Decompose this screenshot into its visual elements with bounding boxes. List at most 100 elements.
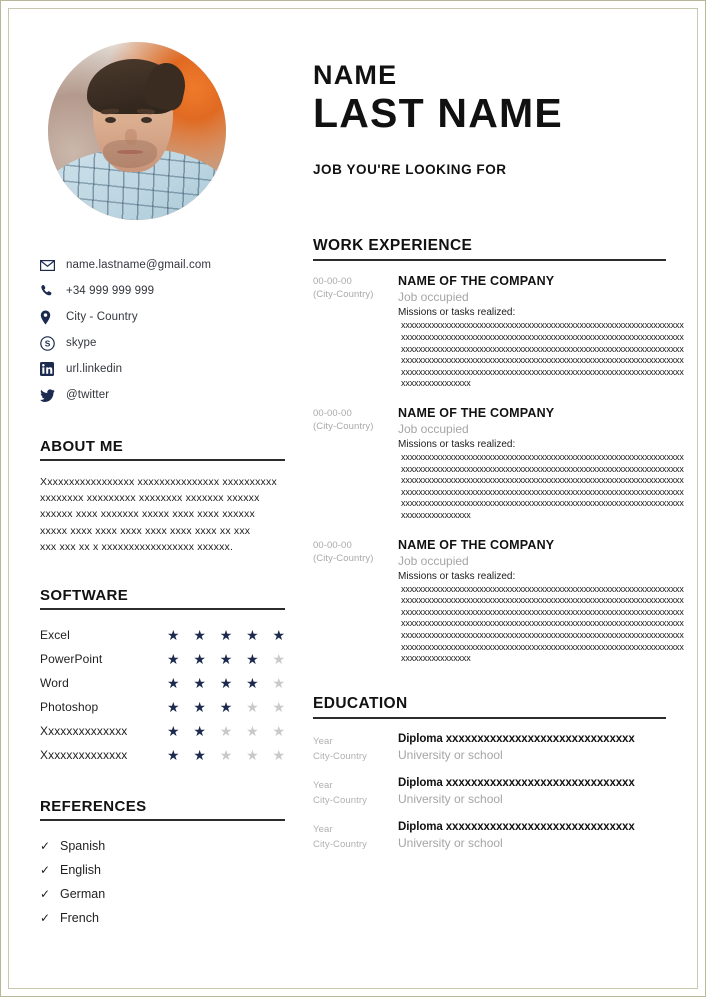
photo-mouth (116, 149, 144, 154)
education-entry-location: City-Country (313, 794, 367, 806)
first-name: NAME (313, 60, 398, 90)
software-row: Xxxxxxxxxxxxxx ★ ★ ★ ★ ★ (40, 719, 285, 743)
software-name: Photoshop (40, 700, 99, 715)
list-item: ✓ Spanish (40, 834, 285, 858)
work-entry-location: (City-Country) (313, 552, 374, 564)
education-entry-body: Diploma xxxxxxxxxxxxxxxxxxxxxxxxxxxxxx Un… (398, 732, 666, 764)
right-column: NAME LAST NAME JOB YOU'RE LOOKING FOR WO… (313, 35, 684, 864)
about-me-body: Xxxxxxxxxxxxxxxxx xxxxxxxxxxxxxxx xxxxxx… (40, 474, 285, 555)
star-filled-icon: ★ (167, 723, 180, 740)
star-filled-icon: ★ (272, 627, 285, 644)
about-line: Xxxxxxxxxxxxxxxxx xxxxxxxxxxxxxxx xxxxxx… (40, 476, 277, 488)
contact-value: skype (66, 337, 97, 349)
work-entry-missions-label: Missions or tasks realized: (398, 570, 516, 582)
contact-value: url.linkedin (66, 363, 123, 375)
software-list: Excel ★ ★ ★ ★ ★ PowerPoint ★ ★ ★ ★ ★ Word ★ ★ ★ ★ ★ Photos… (40, 623, 285, 767)
contact-item-phone[interactable]: +34 999 999 999 (40, 278, 285, 304)
work-experience-entry: 00-00-00 (City-Country) NAME OF THE COMPAN… (313, 406, 684, 522)
star-filled-icon: ★ (167, 747, 180, 764)
work-entry-company: NAME OF THE COMPANY (398, 406, 555, 420)
work-entry-detail-line: xxxxxxxxxxxxxxxxxxxxxxxxxxxxxxxxxxxxxxxx… (401, 343, 684, 354)
location-pin-icon (40, 310, 66, 325)
section-divider (40, 459, 285, 461)
contact-item-twitter[interactable]: @twitter (40, 382, 285, 408)
star-empty-icon: ★ (246, 699, 259, 716)
star-filled-icon: ★ (246, 627, 259, 644)
education-entry-meta: Year City-Country (313, 732, 398, 764)
contact-item-linkedin[interactable]: url.linkedin (40, 356, 285, 382)
resume-page: name.lastname@gmail.com +34 999 999 999 … (0, 0, 706, 997)
star-empty-icon: ★ (272, 723, 285, 740)
education-entry: Year City-Country Diploma xxxxxxxxxxxxxxxx… (313, 732, 666, 764)
education-entry-diploma: Diploma xxxxxxxxxxxxxxxxxxxxxxxxxxxxxx (398, 820, 635, 833)
work-entry-location: (City-Country) (313, 289, 374, 301)
work-entry-detail-line: xxxxxxxxxxxxxxxxxxxxxxxxxxxxxxxxxxxxxxxx… (401, 629, 684, 640)
work-entry-date: 00-00-00 (313, 408, 352, 419)
about-line: xxxxxxxx xxxxxxxxx xxxxxxxx xxxxxxx xxxx… (40, 492, 260, 505)
star-empty-icon: ★ (272, 699, 285, 716)
education-entry-meta: Year City-Country (313, 820, 398, 852)
star-empty-icon: ★ (246, 747, 259, 764)
software-row: Excel ★ ★ ★ ★ ★ (40, 623, 285, 647)
star-filled-icon: ★ (167, 627, 180, 644)
phone-icon (40, 284, 66, 298)
star-filled-icon: ★ (193, 627, 206, 644)
work-entry-role: Job occupied (398, 422, 469, 436)
twitter-icon (40, 388, 66, 402)
work-entry-meta: 00-00-00 (City-Country) (313, 538, 398, 665)
star-empty-icon: ★ (219, 723, 233, 740)
software-rating: ★ ★ ★ ★ ★ (167, 628, 285, 642)
star-filled-icon: ★ (167, 675, 180, 692)
software-rating: ★ ★ ★ ★ ★ (167, 676, 285, 690)
check-icon: ✓ (40, 911, 51, 926)
education-entry-meta: Year City-Country (313, 776, 398, 808)
work-entry-detail-line: xxxxxxxxxxxxxxxxxxxxxxxxxxxxxxxxxxxxxxxx… (401, 463, 684, 474)
star-filled-icon: ★ (193, 747, 206, 764)
list-item: ✓ German (40, 882, 285, 906)
work-entry-detail-line: xxxxxxxxxxxxxxxxxxxxxxxxxxxxxxxxxxxxxxxx… (401, 498, 684, 509)
work-entry-location: (City-Country) (313, 421, 374, 432)
education-entry-year: Year (313, 823, 333, 835)
education-entry-year: Year (313, 779, 333, 791)
work-entry-detail-line: xxxxxxxxxxxxxxxx (401, 653, 471, 664)
work-entry-body: NAME OF THE COMPANY Job occupied Missions … (398, 538, 684, 665)
star-filled-icon: ★ (193, 675, 206, 692)
software-rating: ★ ★ ★ ★ ★ (167, 748, 285, 762)
svg-text:S: S (45, 338, 51, 348)
software-name: PowerPoint (40, 652, 103, 667)
contact-item-skype[interactable]: S skype (40, 330, 285, 356)
photo-nose (124, 129, 137, 146)
contact-list: name.lastname@gmail.com +34 999 999 999 … (40, 252, 285, 408)
photo-eyebrow-right (136, 108, 155, 114)
education-entry-school: University or school (398, 835, 503, 850)
software-row: Xxxxxxxxxxxxxx ★ ★ ★ ★ ★ (40, 743, 285, 767)
photo-eye-left (104, 116, 116, 123)
contact-item-email[interactable]: name.lastname@gmail.com (40, 252, 285, 278)
work-entry-missions-label: Missions or tasks realized: (398, 307, 516, 319)
work-entry-detail-line: xxxxxxxxxxxxxxxxxxxxxxxxxxxxxxxxxxxxxxxx… (401, 355, 684, 366)
star-filled-icon: ★ (219, 699, 233, 716)
work-entry-detail-line: xxxxxxxxxxxxxxxxxxxxxxxxxxxxxxxxxxxxxxxx… (401, 366, 684, 377)
software-rating: ★ ★ ★ ★ ★ (167, 652, 285, 666)
check-icon: ✓ (40, 887, 51, 902)
work-entry-date: 00-00-00 (313, 276, 352, 288)
education-entry-school: University or school (398, 791, 503, 806)
star-empty-icon: ★ (272, 747, 285, 764)
contact-value: +34 999 999 999 (66, 285, 155, 297)
software-name: Xxxxxxxxxxxxxx (40, 724, 128, 739)
star-filled-icon: ★ (193, 723, 206, 740)
work-entry-role: Job occupied (398, 290, 469, 305)
last-name: LAST NAME (313, 90, 563, 137)
references-section: REFERENCES ✓ Spanish ✓ English ✓ German ✓ Frenc… (40, 798, 285, 930)
work-entry-role: Job occupied (398, 553, 469, 568)
star-filled-icon: ★ (219, 651, 233, 668)
software-rating: ★ ★ ★ ★ ★ (167, 724, 285, 738)
work-experience-entry: 00-00-00 (City-Country) NAME OF THE COMPAN… (313, 538, 684, 665)
education-entry: Year City-Country Diploma xxxxxxxxxxxxxxxx… (313, 776, 666, 808)
name-block: NAME LAST NAME JOB YOU'RE LOOKING FOR (313, 60, 666, 178)
left-column: name.lastname@gmail.com +34 999 999 999 … (40, 35, 285, 930)
work-entry-date: 00-00-00 (313, 539, 352, 551)
software-section: SOFTWARE Excel ★ ★ ★ ★ ★ PowerPoint ★ ★ ★ ★ ★ Word ★ ★… (40, 587, 285, 767)
contact-item-location[interactable]: City - Country (40, 304, 285, 330)
check-icon: ✓ (40, 839, 51, 854)
